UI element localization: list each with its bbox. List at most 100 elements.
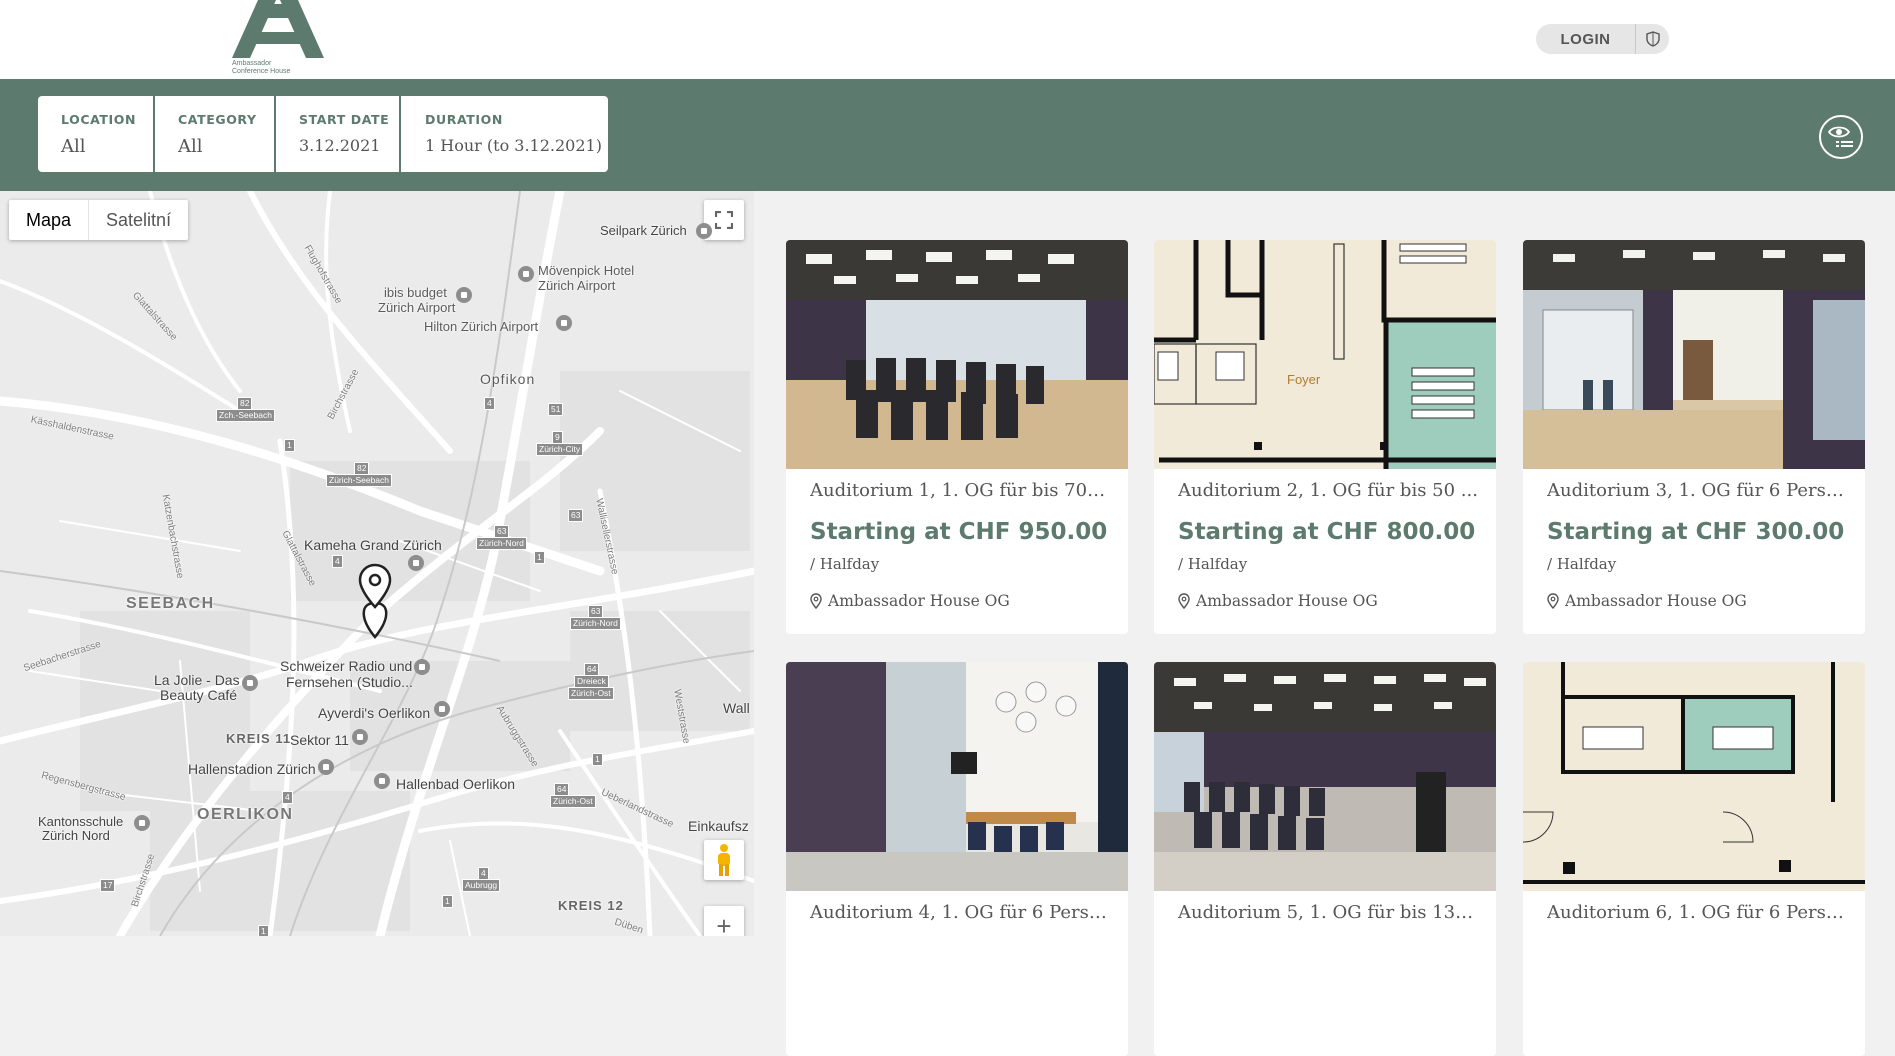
room-location-text: Ambassador House OG [1565,592,1747,610]
road-shield: Zürich-Ost [568,687,614,700]
room-price: Starting at CHF 800.00 [1178,519,1476,545]
shop-icon [242,675,258,691]
filter-location[interactable]: LOCATION All [38,96,155,172]
room-price: Starting at CHF 300.00 [1547,519,1845,545]
filter-start-date[interactable]: START DATE 3.12.2021 [276,96,401,172]
road-shield: Zürich-City [536,443,584,456]
location-pin-icon [1178,593,1190,609]
filter-duration-value: 1 Hour (to 3.12.2021) [425,136,602,155]
road-shield: Zch.-Seebach [216,409,275,422]
road-shield: 1 [284,439,295,452]
map-label-movenpick-1: Mövenpick Hotel [538,263,635,278]
road-shield: Zürich-Seebach [326,474,393,487]
room-photo [786,240,1128,469]
eye-list-icon [1827,126,1853,147]
filter-location-label: LOCATION [61,112,137,127]
logo-a-mark [232,0,324,58]
room-photo [786,662,1128,891]
road-shield: 4 [484,397,495,410]
logo-text-line1: Ambassador [232,60,272,67]
room-floor-plan: Foyer [1154,240,1496,469]
filter-start-date-label: START DATE [299,112,390,127]
map-label-kreis-11: KREIS 11 [226,731,292,746]
road-shield: 1 [592,753,603,766]
map-label-einkaufsz: Einkaufsz [688,818,749,834]
shield-icon [1645,31,1660,47]
room-floor-plan [1523,662,1865,891]
map-label-ibis-2: Zürich Airport [378,300,456,315]
room-card-auditorium-2[interactable]: Foyer Auditorium 2, 1. OG für bis 50 ...… [1154,240,1496,634]
login-group: LOGIN [1536,24,1669,54]
hotel-icon [408,555,424,571]
road-shield: 1 [442,895,453,908]
map-label-kantonsschule-1: Kantonsschule [38,814,124,829]
map-label-ibis-1: ibis budget [384,285,447,300]
road-shield: 4 [332,555,343,568]
room-title: Auditorium 2, 1. OG für bis 50 ... [1178,480,1478,501]
top-header: Ambassador Conference House LOGIN [0,0,1895,79]
logo-wordmark: Ambassador Conference House [232,60,290,76]
filter-category-label: CATEGORY [178,112,257,127]
room-location-text: Ambassador House OG [828,592,1010,610]
road-shield: 51 [548,403,564,416]
location-pin-icon [810,593,822,609]
room-location: Ambassador House OG [1178,592,1378,610]
filter-duration-label: DURATION [425,112,503,127]
road-shield: 17 [100,879,116,892]
road-shield: Aubrugg [462,879,501,892]
room-price-unit: / Halfday [1178,555,1248,573]
hotel-icon [456,287,472,303]
shield-button[interactable] [1636,24,1669,54]
map-view-button[interactable]: Mapa [9,200,88,240]
school-icon [134,815,150,831]
room-card-auditorium-1[interactable]: Auditorium 1, 1. OG für bis 70 P... Star… [786,240,1128,634]
login-button[interactable]: LOGIN [1536,24,1636,54]
room-card-auditorium-5[interactable]: Auditorium 5, 1. OG für bis 130 ... [1154,662,1496,1056]
room-price: Starting at CHF 950.00 [810,519,1108,545]
filter-duration[interactable]: DURATION 1 Hour (to 3.12.2021) [401,96,608,172]
room-price-unit: / Halfday [810,555,880,573]
road-shield: Zürich-Ost [550,795,596,808]
road-shield: 1 [534,551,545,564]
plan-foyer-label: Foyer [1287,372,1321,387]
room-photo [1154,662,1496,891]
venue-poi-icon [352,729,368,745]
view-toggle-button[interactable] [1819,115,1863,159]
room-location: Ambassador House OG [1547,592,1747,610]
map-label-hilton: Hilton Zürich Airport [424,319,539,334]
filter-group: LOCATION All CATEGORY All START DATE 3.1… [38,96,608,172]
fullscreen-icon [715,211,733,229]
satellite-view-button[interactable]: Satelitní [88,200,188,240]
map-label-hallenstadion: Hallenstadion Zürich [188,761,316,777]
room-title: Auditorium 6, 1. OG für 6 Perso... [1547,902,1847,923]
map-label-kantonsschule-2: Zürich Nord [42,828,110,843]
room-card-auditorium-6[interactable]: Auditorium 6, 1. OG für 6 Perso... [1523,662,1865,1056]
filter-location-value: All [61,136,86,157]
room-location-text: Ambassador House OG [1196,592,1378,610]
map-pin-poi-icon [374,773,390,789]
map-label-hallenbad: Hallenbad Oerlikon [396,776,516,792]
room-title: Auditorium 4, 1. OG für 6 Perso... [810,902,1110,923]
hotel-icon [518,266,534,282]
map-label-kameha: Kameha Grand Zürich [304,537,442,553]
map-label-oerlikon: OERLIKON [197,806,294,823]
map-label-ayverdi: Ayverdi's Oerlikon [318,705,431,721]
room-results: Auditorium 1, 1. OG für bis 70 P... Star… [754,191,1895,1056]
room-card-auditorium-3[interactable]: Auditorium 3, 1. OG für 6 Perso... Start… [1523,240,1865,634]
filter-category[interactable]: CATEGORY All [155,96,276,172]
restaurant-icon [434,701,450,717]
filter-bar: LOCATION All CATEGORY All START DATE 3.1… [0,79,1895,191]
map-label-movenpick-2: Zürich Airport [538,278,616,293]
map-view[interactable]: Mapa Satelitní + Seilpark Zürich Mövenpi… [0,191,754,936]
zoom-in-button[interactable]: + [704,906,744,936]
road-shield: 1 [258,925,269,936]
map-label-lajolie-1: La Jolie - Das [154,672,240,688]
map-pin-icon[interactable] [358,563,392,609]
poi-seilpark-icon [696,223,712,239]
street-view-pegman[interactable] [704,840,744,880]
map-label-lajolie-2: Beauty Café [160,687,238,703]
room-card-auditorium-4[interactable]: Auditorium 4, 1. OG für 6 Perso... [786,662,1128,1056]
map-label-schweizer-1: Schweizer Radio und [280,658,413,674]
room-photo [1523,240,1865,469]
map-label-kreis-12: KREIS 12 [558,898,624,913]
